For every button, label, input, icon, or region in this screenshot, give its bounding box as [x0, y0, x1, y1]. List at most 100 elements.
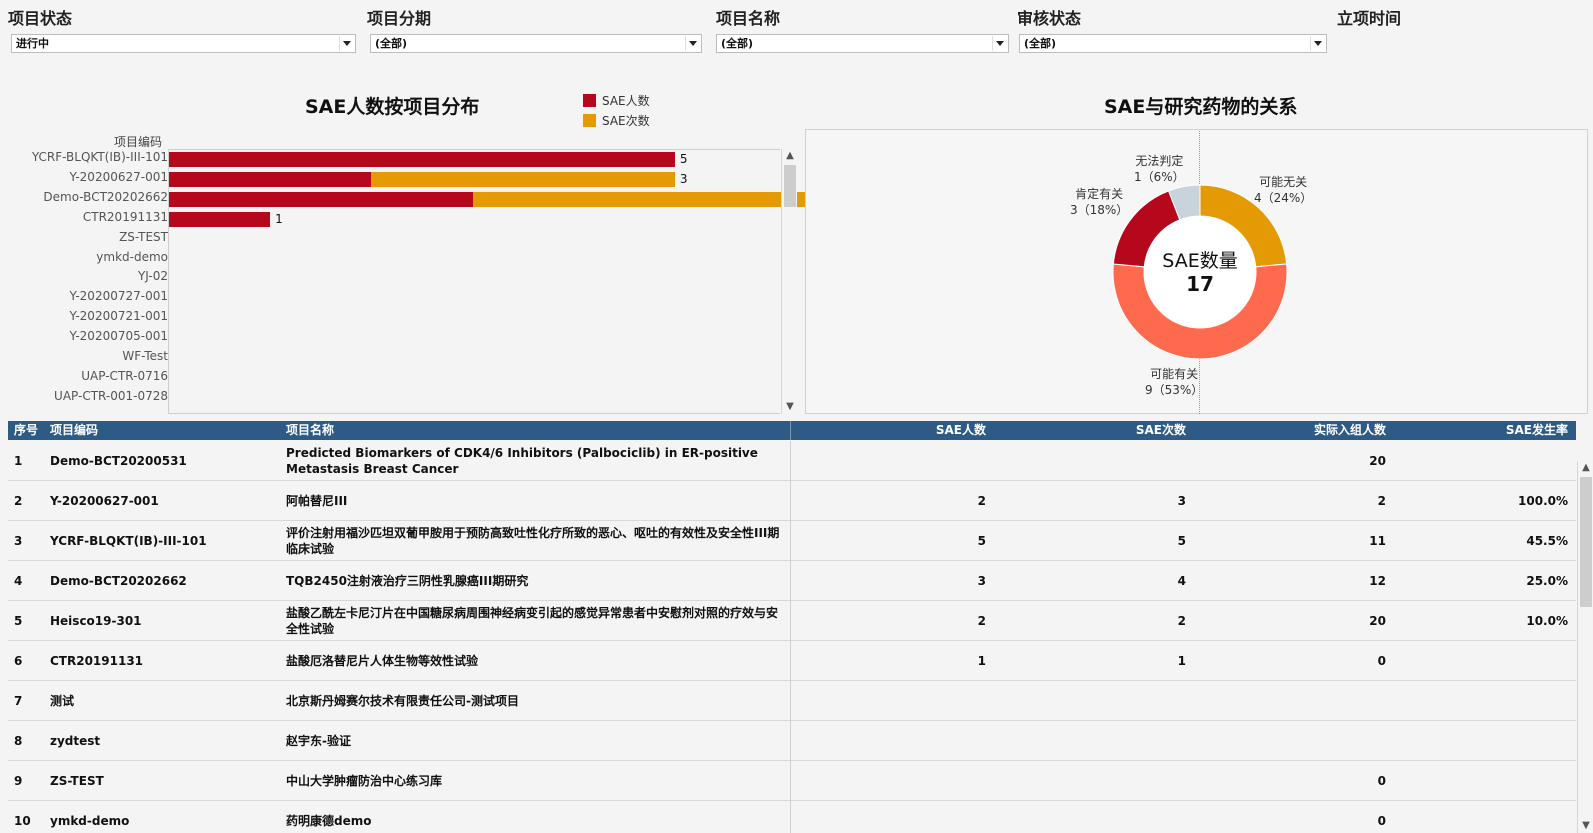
table-row[interactable]: 4 Demo-BCT20202662 TQB2450注射液治疗三阴性乳腺癌III期研…	[8, 561, 1576, 601]
row-divider	[790, 601, 791, 641]
cell-sae-persons: 5	[977, 533, 986, 548]
row-divider	[790, 481, 791, 521]
scroll-down-icon[interactable]: ▼	[1578, 819, 1593, 833]
cell-index: 8	[14, 733, 23, 748]
cell-sae-persons	[888, 721, 986, 760]
row-divider	[790, 761, 791, 801]
table-row[interactable]: 3 YCRF-BLQKT(IB)-III-101 评价注射用福沙匹坦双葡甲胺用于预防…	[8, 521, 1576, 561]
header-name[interactable]: 项目名称	[286, 421, 334, 440]
donut-center-total: 17	[1186, 272, 1214, 296]
donut-center-label: SAE数量	[1162, 250, 1238, 272]
slice-value: 9（53%）	[1145, 383, 1204, 397]
header-code[interactable]: 项目编码	[50, 421, 98, 440]
cell-sae-times	[1088, 761, 1186, 800]
cell-code: Demo-BCT20200531	[50, 453, 187, 468]
cell-sae-persons	[888, 681, 986, 720]
scroll-thumb[interactable]	[1580, 477, 1592, 607]
cell-sae-times	[1088, 721, 1186, 760]
cell-sae-times	[1088, 681, 1186, 720]
cell-name: 赵宇东-验证	[286, 733, 351, 748]
table-scrollbar[interactable]: ▲ ▼	[1577, 461, 1593, 833]
slice-value: 4（24%）	[1254, 191, 1313, 205]
header-sae-persons[interactable]: SAE人数	[888, 421, 986, 440]
cell-name: 药明康德demo	[286, 813, 372, 828]
cell-rate	[1468, 681, 1568, 720]
row-divider	[790, 521, 791, 561]
table-row[interactable]: 2 Y-20200627-001 阿帕替尼III 2 3 2 100.0%	[8, 481, 1576, 521]
cell-sae-times	[1088, 441, 1186, 480]
cell-index: 10	[14, 813, 31, 828]
cell-enrolled: 0	[1377, 813, 1386, 828]
cell-enrolled	[1268, 721, 1386, 760]
donut-label-possibly-unrelated: 可能无关 4（24%）	[1254, 174, 1312, 206]
donut-label-definitely-related: 肯定有关 3（18%）	[1070, 186, 1128, 218]
row-divider	[790, 641, 791, 681]
cell-index: 1	[14, 453, 23, 468]
cell-index: 4	[14, 573, 23, 588]
row-divider	[790, 801, 791, 833]
table-row[interactable]: 5 Heisco19-301 盐酸乙酰左卡尼汀片在中国糖尿病周围神经病变引起的感觉异…	[8, 601, 1576, 641]
table-row[interactable]: 8 zydtest 赵宇东-验证	[8, 721, 1576, 761]
cell-sae-times: 3	[1177, 493, 1186, 508]
cell-sae-times: 2	[1177, 613, 1186, 628]
cell-code: zydtest	[50, 733, 101, 748]
cell-code: Y-20200627-001	[50, 493, 159, 508]
row-divider	[790, 721, 791, 761]
cell-enrolled: 20	[1369, 453, 1386, 468]
cell-index: 2	[14, 493, 23, 508]
cell-sae-persons: 3	[977, 573, 986, 588]
cell-rate: 25.0%	[1526, 573, 1568, 588]
cell-enrolled: 2	[1377, 493, 1386, 508]
cell-enrolled: 12	[1369, 573, 1386, 588]
scroll-up-icon[interactable]: ▲	[1578, 461, 1593, 475]
table-body: 1 Demo-BCT20200531 Predicted Biomarkers of…	[8, 441, 1576, 833]
cell-index: 7	[14, 693, 23, 708]
cell-rate: 45.5%	[1526, 533, 1568, 548]
cell-name: 中山大学肿瘤防治中心练习库	[286, 773, 443, 788]
table-header: 序号 项目编码 项目名称 SAE人数 SAE次数 实际入组人数 SAE发生率	[8, 421, 1576, 440]
cell-enrolled: 11	[1369, 533, 1386, 548]
cell-name: TQB2450注射液治疗三阴性乳腺癌III期研究	[286, 573, 529, 588]
cell-code: CTR20191131	[50, 653, 144, 668]
table-row[interactable]: 1 Demo-BCT20200531 Predicted Biomarkers of…	[8, 441, 1576, 481]
donut-label-undetermined: 无法判定 1（6%）	[1134, 153, 1185, 185]
slice-name: 可能有关	[1150, 367, 1199, 381]
slice-value: 3（18%）	[1070, 203, 1129, 217]
cell-sae-persons	[888, 761, 986, 800]
table-row[interactable]: 6 CTR20191131 盐酸厄洛替尼片人体生物等效性试验 1 1 0	[8, 641, 1576, 681]
row-divider	[790, 561, 791, 601]
row-divider	[790, 441, 791, 481]
cell-sae-persons: 2	[977, 493, 986, 508]
table-row[interactable]: 9 ZS-TEST 中山大学肿瘤防治中心练习库 0	[8, 761, 1576, 801]
header-rate[interactable]: SAE发生率	[1468, 421, 1568, 440]
cell-sae-persons: 1	[977, 653, 986, 668]
cell-index: 5	[14, 613, 23, 628]
slice-name: 肯定有关	[1075, 187, 1124, 201]
cell-name: 盐酸厄洛替尼片人体生物等效性试验	[286, 653, 479, 668]
cell-code: ZS-TEST	[50, 773, 104, 788]
cell-sae-times	[1088, 801, 1186, 833]
cell-name: 阿帕替尼III	[286, 493, 348, 508]
cell-sae-times: 4	[1177, 573, 1186, 588]
cell-rate: 100.0%	[1518, 493, 1568, 508]
header-index[interactable]: 序号	[14, 421, 38, 440]
cell-index: 6	[14, 653, 23, 668]
row-divider	[790, 681, 791, 721]
cell-code: Demo-BCT20202662	[50, 573, 187, 588]
table-row[interactable]: 10 ymkd-demo 药明康德demo 0	[8, 801, 1576, 833]
cell-rate	[1468, 721, 1568, 760]
cell-code: Heisco19-301	[50, 613, 142, 628]
donut-label-possible-related: 可能有关 9（53%）	[1145, 366, 1203, 398]
cell-code: ymkd-demo	[50, 813, 130, 828]
header-sae-times[interactable]: SAE次数	[1088, 421, 1186, 440]
cell-code: 测试	[50, 694, 75, 708]
sae-table: 序号 项目编码 项目名称 SAE人数 SAE次数 实际入组人数 SAE发生率 1…	[8, 421, 1578, 833]
cell-name: 盐酸乙酰左卡尼汀片在中国糖尿病周围神经病变引起的感觉异常患者中安慰剂对照的疗效与…	[286, 605, 779, 636]
cell-sae-persons	[888, 801, 986, 833]
cell-index: 3	[14, 533, 23, 548]
cell-rate	[1468, 801, 1568, 833]
slice-name: 可能无关	[1259, 175, 1308, 189]
table-row[interactable]: 7 测试 北京斯丹姆赛尔技术有限责任公司-测试项目	[8, 681, 1576, 721]
header-divider	[790, 421, 791, 440]
header-enrolled[interactable]: 实际入组人数	[1268, 421, 1386, 440]
